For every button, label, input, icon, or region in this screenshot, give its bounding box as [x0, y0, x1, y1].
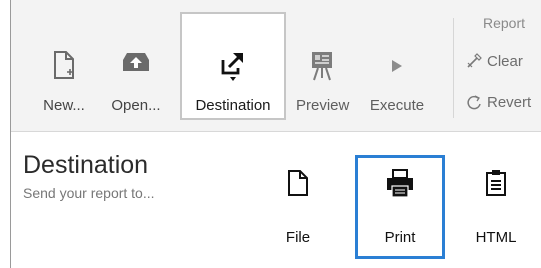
clear-icon [463, 51, 485, 71]
destination-subtitle: Send your report to... [23, 185, 155, 201]
html-icon [451, 169, 541, 203]
destination-title: Destination [23, 151, 149, 179]
printer-icon [358, 169, 442, 203]
preview-button[interactable]: Preview [296, 12, 350, 120]
open-button-label: Open... [111, 97, 161, 114]
destination-option-file[interactable]: File [253, 155, 343, 259]
new-button-label: New... [43, 97, 85, 114]
revert-button-label: Revert [487, 93, 532, 111]
new-button[interactable]: New... [37, 12, 91, 120]
play-icon [362, 50, 432, 84]
execute-button-label: Execute [369, 97, 425, 114]
report-group-title: Report [483, 15, 526, 31]
ribbon-group-separator [453, 18, 454, 118]
preview-button-label: Preview [296, 97, 350, 114]
new-document-icon [37, 50, 91, 84]
ribbon-toolbar: New... Open... Destination Preview Execu… [11, 0, 541, 132]
destination-button[interactable]: Destination [180, 12, 286, 120]
html-option-label: HTML [475, 229, 517, 246]
file-option-label: File [285, 229, 311, 246]
revert-icon [463, 92, 485, 112]
destination-option-html[interactable]: HTML [451, 155, 541, 259]
destination-button-label: Destination [195, 97, 271, 114]
open-button[interactable]: Open... [103, 12, 169, 120]
file-icon [253, 169, 343, 203]
revert-button[interactable]: Revert [463, 92, 531, 112]
preview-icon [296, 50, 348, 84]
destination-option-print[interactable]: Print [355, 155, 445, 259]
destination-icon [182, 50, 284, 84]
clear-button-label: Clear [487, 52, 523, 70]
open-icon [103, 50, 169, 84]
report-window: New... Open... Destination Preview Execu… [0, 0, 541, 268]
print-option-label: Print [384, 229, 416, 246]
execute-button[interactable]: Execute [362, 12, 432, 120]
clear-button[interactable]: Clear [463, 51, 523, 71]
